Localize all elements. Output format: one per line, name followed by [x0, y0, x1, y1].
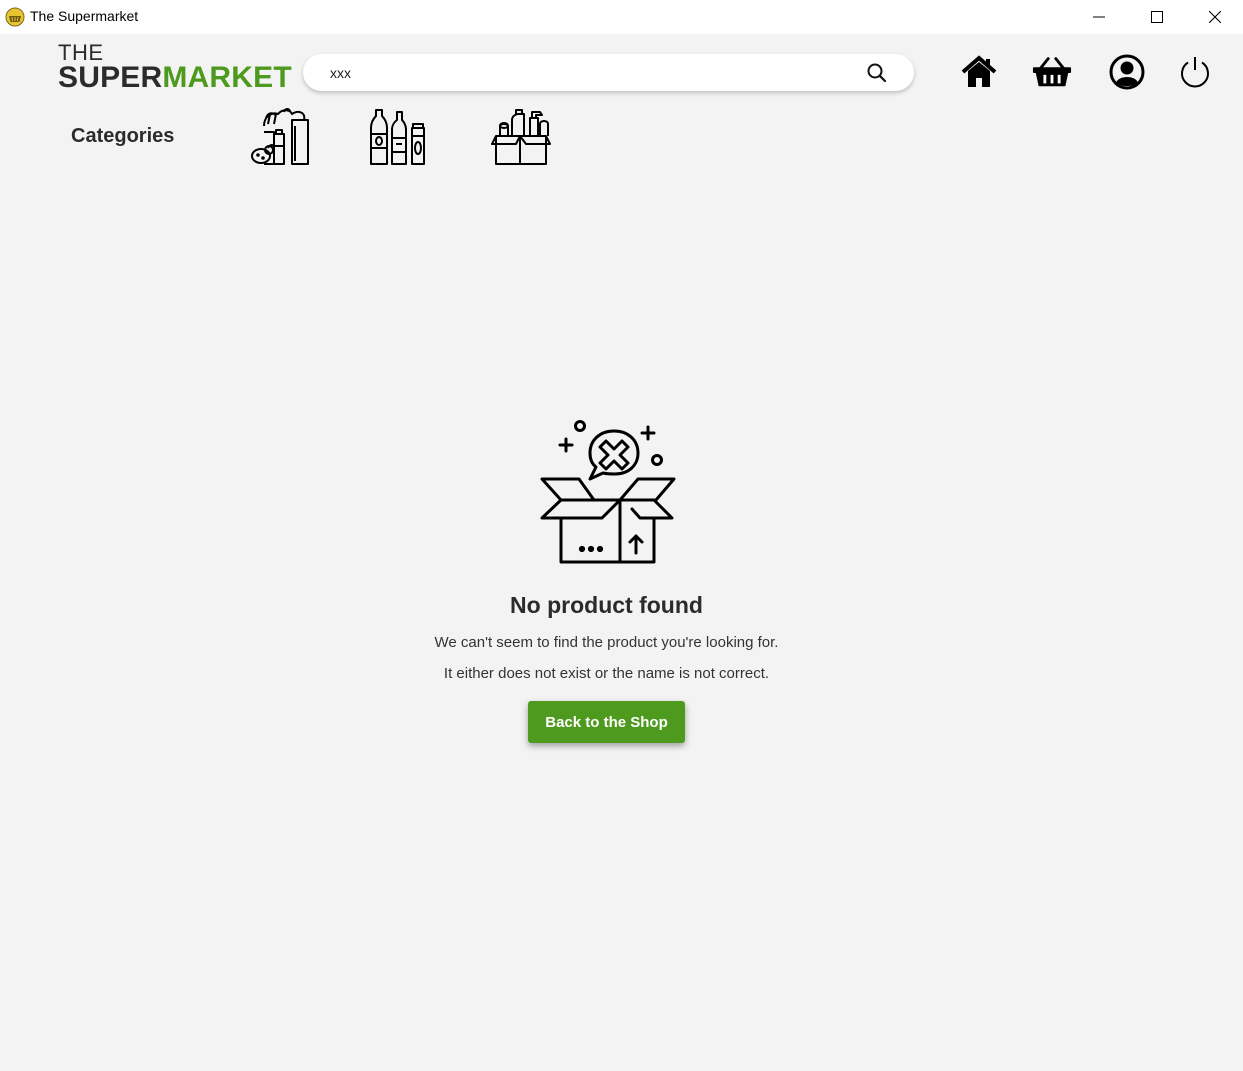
logout-button[interactable]	[1175, 52, 1215, 92]
search-icon	[867, 63, 887, 83]
basket-icon	[1032, 57, 1072, 87]
categories-label: Categories	[71, 125, 175, 147]
close-button[interactable]	[1186, 0, 1243, 34]
account-icon	[1109, 54, 1145, 90]
close-icon	[1209, 11, 1221, 23]
maximize-icon	[1151, 11, 1163, 23]
household-icon	[491, 109, 551, 165]
title-bar: The Supermarket	[0, 0, 1243, 34]
search-input[interactable]	[330, 63, 850, 83]
logo-market: MARKET	[162, 61, 292, 94]
empty-state-message-2: It either does not exist or the name is …	[443, 665, 770, 682]
search-bar	[303, 54, 914, 91]
home-icon	[961, 55, 997, 87]
back-to-shop-button[interactable]: Back to the Shop	[528, 701, 685, 743]
category-drinks[interactable]	[368, 106, 430, 168]
logo[interactable]: THE SUPERMARKET	[58, 42, 292, 93]
logo-super: SUPER	[58, 61, 163, 94]
app-window: The Supermarket THE SUPERMARKET xxx Cate…	[0, 0, 1243, 1071]
search-button[interactable]	[866, 62, 888, 84]
basket-app-icon	[5, 7, 25, 27]
logo-main: SUPERMARKET	[58, 63, 292, 93]
basket-button[interactable]	[1032, 52, 1072, 92]
maximize-button[interactable]	[1128, 0, 1186, 34]
minimize-icon	[1093, 16, 1105, 18]
category-groceries[interactable]	[248, 106, 310, 168]
account-button[interactable]	[1107, 52, 1147, 92]
window-title: The Supermarket	[30, 8, 139, 24]
drinks-icon	[370, 109, 425, 165]
groceries-icon	[251, 108, 309, 165]
empty-box-icon	[540, 420, 676, 564]
power-icon	[1181, 57, 1209, 88]
empty-box-illustration	[536, 417, 678, 565]
minimize-button[interactable]	[1070, 0, 1128, 34]
empty-state-message-1: We can't seem to find the product you're…	[434, 634, 779, 651]
empty-state-title: No product found	[510, 592, 703, 618]
category-household[interactable]	[490, 106, 552, 168]
home-button[interactable]	[959, 52, 999, 92]
